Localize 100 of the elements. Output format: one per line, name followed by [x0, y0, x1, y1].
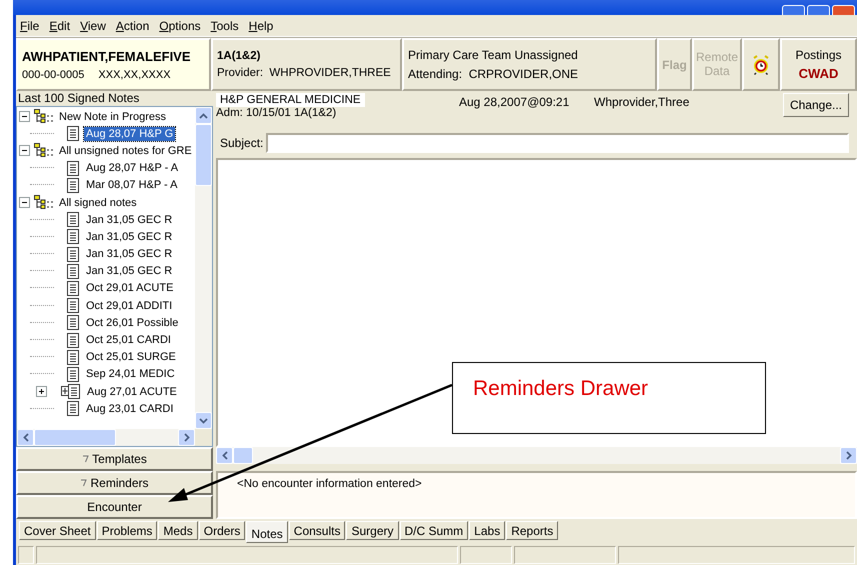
note-item[interactable]: Aug 27,01 ACUTE	[85, 384, 179, 399]
note-title: H&P GENERAL MEDICINE	[216, 93, 365, 107]
folder-tree-icon	[33, 195, 55, 210]
note-item[interactable]: Aug 28,07 H&P - A	[84, 161, 180, 176]
document-icon	[66, 229, 80, 244]
attending-label: Attending: CRPROVIDER,ONE	[408, 67, 580, 81]
admission-label: Adm: 10/15/01 1A(1&2)	[216, 107, 338, 119]
scroll-thumb[interactable]	[34, 429, 116, 446]
folder-tree-icon	[33, 143, 55, 158]
ward-label: 1A(1&2)	[217, 50, 262, 62]
drawer-button[interactable]: Reminders	[16, 471, 213, 495]
scroll-left-button[interactable]	[216, 447, 233, 464]
note-item[interactable]: Sep 24,01 MEDIC	[84, 367, 177, 382]
close-button[interactable]	[832, 5, 855, 16]
tab[interactable]: Orders	[198, 521, 246, 540]
provider-label: Provider: WHPROVIDER,THREE	[217, 67, 392, 79]
note-author: Whprovider,Three	[594, 94, 690, 109]
tab[interactable]: Labs	[469, 521, 506, 540]
document-icon	[66, 332, 80, 348]
scroll-down-button[interactable]	[195, 412, 212, 429]
scroll-right-button[interactable]	[178, 429, 195, 446]
tab[interactable]: Problems	[96, 521, 158, 540]
drawer-button[interactable]: Encounter	[16, 495, 213, 519]
expand-icon[interactable]	[36, 386, 47, 398]
collapse-icon[interactable]	[19, 197, 30, 208]
minimize-button[interactable]	[782, 5, 805, 16]
document-icon	[66, 212, 80, 228]
tab[interactable]: Cover Sheet	[19, 521, 96, 540]
document-icon	[66, 264, 80, 279]
caret-up-icon	[199, 112, 208, 118]
patient-ssn: 000-00-0005	[22, 68, 84, 80]
team-label: Primary Care Team Unassigned	[408, 48, 579, 62]
collapse-icon[interactable]	[19, 145, 30, 156]
folder-tree-icon	[33, 109, 55, 124]
scroll-thumb[interactable]	[195, 124, 212, 186]
note-item[interactable]: Aug 28,07 H&P G	[84, 126, 176, 141]
vertical-scrollbar[interactable]	[195, 107, 212, 429]
horizontal-scrollbar[interactable]	[17, 429, 212, 446]
tab[interactable]: D/C Summ	[400, 521, 468, 540]
document-icon	[66, 178, 80, 193]
tree-group[interactable]: All signed notes	[57, 196, 139, 210]
note-item[interactable]: Mar 08,07 H&P - A	[84, 178, 180, 192]
tab[interactable]: Notes	[246, 521, 288, 543]
document-icon	[66, 246, 80, 262]
menu-item[interactable]: View	[80, 18, 106, 32]
caret-right-icon	[184, 433, 190, 442]
caret-left-icon	[22, 433, 28, 442]
caret-left-icon	[222, 451, 228, 460]
note-item[interactable]: Jan 31,05 GEC R	[84, 264, 174, 278]
note-item[interactable]: Aug 23,01 CARDI	[84, 402, 176, 416]
maximize-button[interactable]	[807, 5, 830, 16]
note-item[interactable]: Jan 31,05 GEC R	[84, 247, 174, 262]
caret-down-icon	[199, 418, 208, 424]
subject-label: Subject:	[220, 136, 264, 150]
note-date: Aug 28,2007@09:21	[459, 94, 570, 109]
note-item[interactable]: Oct 29,01 ACUTE	[84, 281, 176, 296]
menu-item[interactable]: Help	[248, 18, 274, 32]
note-item[interactable]: Oct 25,01 CARDI	[84, 333, 173, 348]
horizontal-scrollbar[interactable]	[216, 447, 857, 464]
subject-field[interactable]	[266, 133, 849, 153]
document-icon	[66, 401, 80, 416]
tab[interactable]: Consults	[288, 521, 346, 540]
menu-item[interactable]: Tools	[210, 18, 239, 32]
alarm-clock-icon[interactable]	[752, 54, 770, 74]
collapse-icon[interactable]	[19, 111, 30, 122]
document-icon	[66, 298, 80, 314]
note-item[interactable]: Oct 26,01 Possible	[84, 316, 180, 330]
note-item[interactable]: Oct 25,01 SURGE	[84, 350, 178, 364]
callout-label: Reminders Drawer	[473, 377, 648, 400]
scroll-right-button[interactable]	[840, 447, 857, 464]
team-panel[interactable]: Primary Care Team Unassigned Attending: CRPROVIDER,ONE	[402, 38, 657, 91]
document-icon	[61, 384, 81, 400]
postings-button[interactable]: Postings CWAD	[780, 38, 857, 91]
tree-title: Last 100 Signed Notes	[17, 91, 140, 106]
document-icon	[66, 160, 80, 176]
menu-item[interactable]: Action	[116, 18, 150, 32]
note-item[interactable]: Jan 31,05 GEC R	[84, 212, 174, 227]
note-item[interactable]: Oct 29,01 ADDITI	[84, 298, 174, 313]
location-panel[interactable]: 1A(1&2) Provider: WHPROVIDER,THREE	[211, 38, 402, 91]
document-icon	[66, 366, 80, 382]
scroll-left-button[interactable]	[17, 429, 34, 446]
status-bar-panel	[460, 546, 512, 564]
menu-item[interactable]: Options	[159, 18, 201, 32]
tree-group[interactable]: All unsigned notes for GRE	[57, 144, 194, 158]
tab[interactable]: Reports	[506, 521, 558, 540]
note-item[interactable]: Jan 31,05 GEC R	[84, 230, 174, 244]
drawer-button[interactable]: Templates	[16, 447, 213, 471]
tab[interactable]: Surgery	[346, 521, 398, 540]
scroll-thumb[interactable]	[233, 447, 253, 464]
tree-group[interactable]: New Note in Progress	[57, 110, 168, 124]
change-button[interactable]: Change...	[782, 93, 849, 117]
menu-item[interactable]: Edit	[49, 18, 70, 32]
patient-panel[interactable]: AWHPATIENT,FEMALEFIVE 000-00-0005 XXX,XX,XXXX	[16, 38, 211, 91]
document-icon	[66, 280, 80, 296]
scroll-up-button[interactable]	[195, 107, 212, 124]
patient-name: AWHPATIENT,FEMALEFIVE	[22, 48, 192, 64]
document-icon	[66, 315, 80, 330]
tab[interactable]: Meds	[158, 521, 198, 540]
menu-item[interactable]: File	[20, 18, 40, 32]
document-icon	[66, 126, 80, 142]
